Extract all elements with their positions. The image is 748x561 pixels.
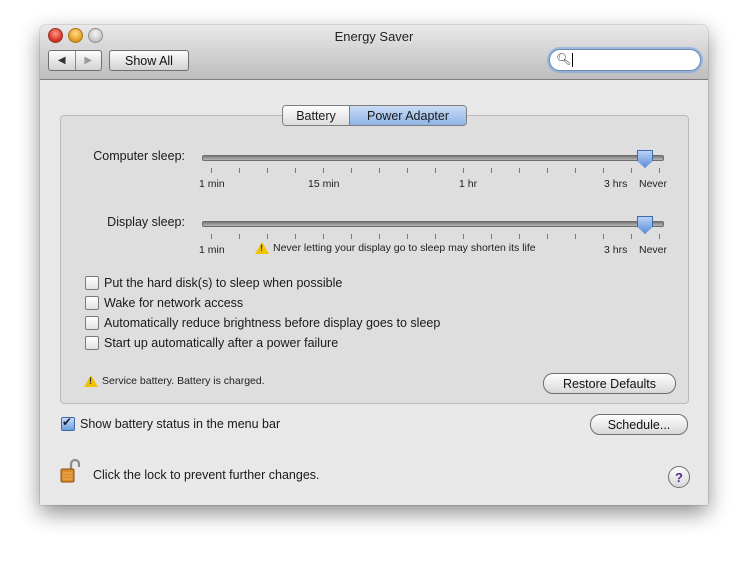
computer-sleep-tick-mark bbox=[547, 168, 548, 173]
computer-sleep-tick-never: Never bbox=[639, 178, 668, 190]
display-sleep-tick-never: Never bbox=[639, 244, 668, 256]
computer-sleep-tick-mark bbox=[631, 168, 632, 173]
energy-saver-window: Energy Saver ◀ ▶ Show All 🔍︎ Battery Pow… bbox=[40, 25, 708, 505]
computer-sleep-tick-mark bbox=[519, 168, 520, 173]
display-sleep-tick-1min: 1 min bbox=[199, 244, 225, 256]
computer-sleep-tick-mark bbox=[407, 168, 408, 173]
display-sleep-label: Display sleep: bbox=[107, 215, 185, 229]
help-button[interactable]: ? bbox=[668, 466, 690, 488]
display-sleep-tick-mark bbox=[435, 234, 436, 239]
option-wake-network[interactable]: Wake for network access bbox=[85, 296, 243, 310]
computer-sleep-tick-mark bbox=[491, 168, 492, 173]
show-battery-status-label: Show battery status in the menu bar bbox=[80, 417, 281, 431]
computer-sleep-tick-mark bbox=[239, 168, 240, 173]
forward-arrow-icon: ▶ bbox=[84, 55, 93, 66]
computer-sleep-tick-mark bbox=[295, 168, 296, 173]
title-bar: Energy Saver ◀ ▶ Show All 🔍︎ bbox=[40, 25, 708, 80]
computer-sleep-tick-1min: 1 min bbox=[199, 178, 225, 190]
computer-sleep-tick-mark bbox=[463, 168, 464, 173]
display-sleep-slider-thumb[interactable] bbox=[637, 216, 653, 234]
computer-sleep-tick-15min: 15 min bbox=[308, 178, 340, 190]
text-cursor bbox=[572, 53, 573, 67]
display-sleep-tick-mark bbox=[323, 234, 324, 239]
checkbox-hard-disk-sleep[interactable] bbox=[85, 276, 99, 290]
checkbox-startup-after-power-failure[interactable] bbox=[85, 336, 99, 350]
settings-panel: Computer sleep: 1 min 15 min 1 hr 3 hrs … bbox=[60, 115, 689, 404]
computer-sleep-label: Computer sleep: bbox=[93, 149, 185, 163]
option-startup-after-power-failure[interactable]: Start up automatically after a power fai… bbox=[85, 336, 338, 350]
display-sleep-tick-mark bbox=[491, 234, 492, 239]
warning-icon bbox=[255, 242, 269, 254]
display-sleep-tick-mark bbox=[267, 234, 268, 239]
display-sleep-tick-mark bbox=[211, 234, 212, 239]
display-sleep-warning: Never letting your display go to sleep m… bbox=[255, 242, 536, 254]
option-reduce-brightness-label: Automatically reduce brightness before d… bbox=[104, 316, 441, 330]
unlocked-lock-icon[interactable] bbox=[60, 458, 80, 484]
checkbox-reduce-brightness[interactable] bbox=[85, 316, 99, 330]
display-sleep-tick-mark bbox=[463, 234, 464, 239]
display-sleep-track[interactable] bbox=[202, 221, 664, 227]
display-sleep-tick-3hrs: 3 hrs bbox=[604, 244, 628, 256]
display-sleep-tick-mark bbox=[575, 234, 576, 239]
option-hard-disk-sleep-label: Put the hard disk(s) to sleep when possi… bbox=[104, 276, 343, 290]
computer-sleep-tick-mark bbox=[435, 168, 436, 173]
checkbox-show-battery-status[interactable] bbox=[61, 415, 75, 431]
display-sleep-tick-mark bbox=[659, 234, 660, 239]
checkbox-wake-network[interactable] bbox=[85, 296, 99, 310]
computer-sleep-tick-mark bbox=[603, 168, 604, 173]
battery-warning-icon bbox=[84, 375, 98, 387]
computer-sleep-tick-mark bbox=[351, 168, 352, 173]
show-battery-status-option[interactable]: Show battery status in the menu bar bbox=[61, 415, 281, 431]
computer-sleep-tick-mark bbox=[659, 168, 660, 173]
navigation-buttons: ◀ ▶ bbox=[48, 50, 102, 71]
lock-message: Click the lock to prevent further change… bbox=[93, 468, 320, 482]
schedule-button[interactable]: Schedule... bbox=[590, 414, 688, 435]
search-icon: 🔍︎ bbox=[556, 52, 572, 66]
tab-power-adapter[interactable]: Power Adapter bbox=[350, 106, 466, 125]
display-sleep-tick-mark bbox=[519, 234, 520, 239]
computer-sleep-tick-mark bbox=[211, 168, 212, 173]
battery-status-text: Service battery. Battery is charged. bbox=[102, 375, 265, 387]
display-sleep-tick-mark bbox=[239, 234, 240, 239]
computer-sleep-slider-thumb[interactable] bbox=[637, 150, 653, 168]
forward-button[interactable]: ▶ bbox=[76, 51, 102, 70]
display-sleep-tick-mark bbox=[351, 234, 352, 239]
display-sleep-warning-text: Never letting your display go to sleep m… bbox=[273, 242, 536, 254]
option-hard-disk-sleep[interactable]: Put the hard disk(s) to sleep when possi… bbox=[85, 276, 342, 290]
computer-sleep-tick-mark bbox=[267, 168, 268, 173]
computer-sleep-tick-mark bbox=[379, 168, 380, 173]
display-sleep-tick-mark bbox=[631, 234, 632, 239]
display-sleep-tick-mark bbox=[547, 234, 548, 239]
option-startup-after-power-failure-label: Start up automatically after a power fai… bbox=[104, 336, 339, 350]
search-field[interactable]: 🔍︎ bbox=[549, 49, 701, 71]
display-sleep-tick-mark bbox=[295, 234, 296, 239]
back-button[interactable]: ◀ bbox=[49, 51, 76, 70]
display-sleep-tick-mark bbox=[379, 234, 380, 239]
display-sleep-tick-mark bbox=[603, 234, 604, 239]
computer-sleep-tick-mark bbox=[323, 168, 324, 173]
option-wake-network-label: Wake for network access bbox=[104, 296, 244, 310]
option-reduce-brightness[interactable]: Automatically reduce brightness before d… bbox=[85, 316, 440, 330]
back-arrow-icon: ◀ bbox=[57, 55, 66, 66]
computer-sleep-tick-1hr: 1 hr bbox=[459, 178, 478, 190]
tab-battery[interactable]: Battery bbox=[283, 106, 350, 125]
display-sleep-tick-mark bbox=[407, 234, 408, 239]
window-title: Energy Saver bbox=[334, 29, 414, 44]
battery-status: Service battery. Battery is charged. bbox=[84, 375, 265, 387]
computer-sleep-tick-mark bbox=[575, 168, 576, 173]
show-all-button[interactable]: Show All bbox=[109, 50, 189, 71]
computer-sleep-track[interactable] bbox=[202, 155, 664, 161]
tab-control: Battery Power Adapter bbox=[282, 105, 467, 126]
computer-sleep-tick-3hrs: 3 hrs bbox=[604, 178, 628, 190]
restore-defaults-button[interactable]: Restore Defaults bbox=[543, 373, 676, 394]
